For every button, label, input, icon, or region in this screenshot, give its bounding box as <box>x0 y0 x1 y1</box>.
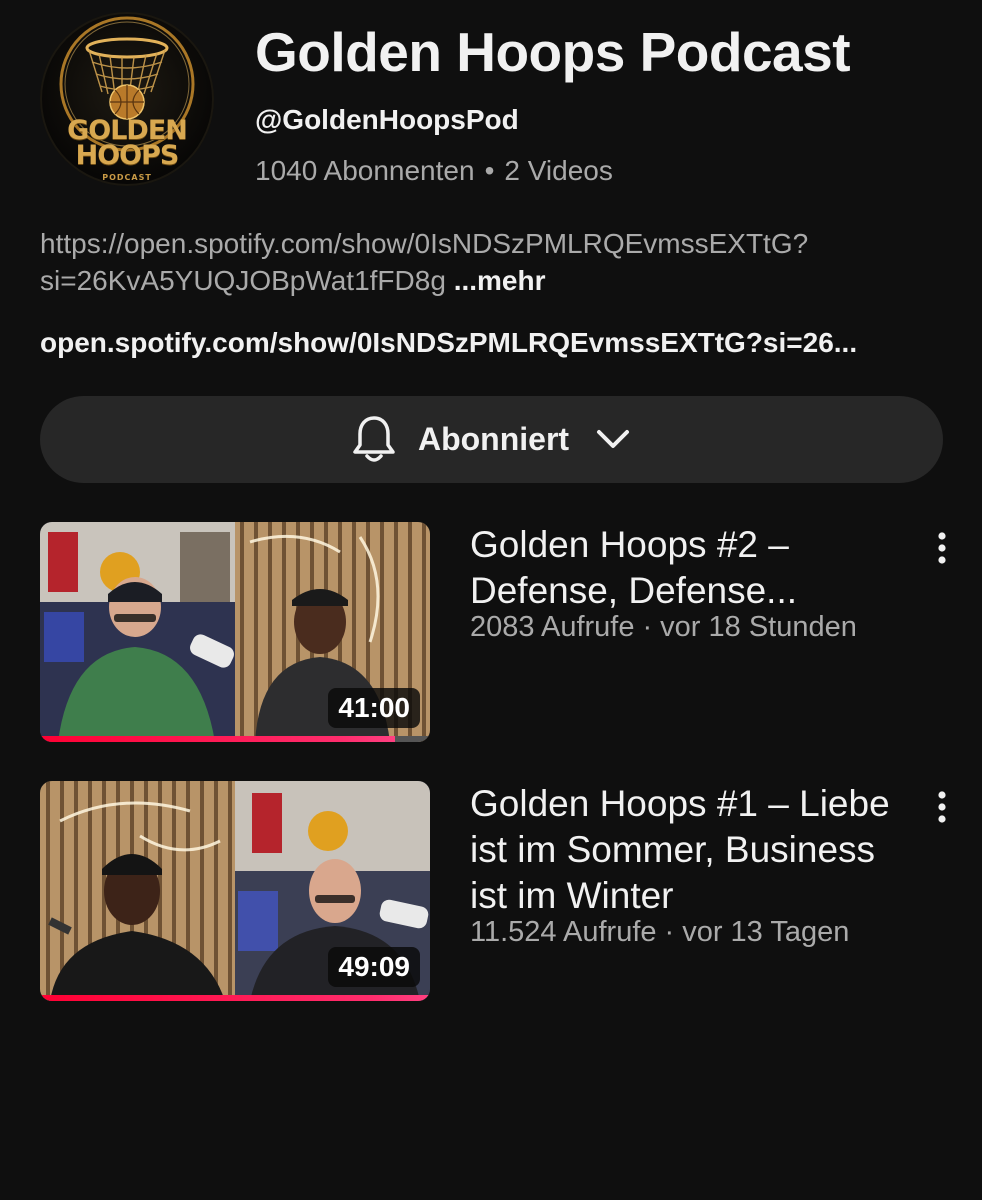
view-count: 2083 Aufrufe <box>470 611 635 643</box>
subscribed-label: Abonniert <box>417 421 570 457</box>
watch-progress-fill <box>40 736 395 742</box>
video-title[interactable]: Golden Hoops #1 – Liebe ist im Sommer, B… <box>470 781 920 919</box>
video-thumbnail[interactable]: 49:09 <box>40 781 430 1001</box>
channel-avatar[interactable]: GOLDEN HOOPS PODCAST <box>40 12 214 186</box>
video-title[interactable]: Golden Hoops #2 – Defense, Defense... <box>470 522 920 614</box>
logo-text-podcast: PODCAST <box>102 173 152 182</box>
logo-text-hoops: HOOPS <box>75 140 180 171</box>
video-duration: 49:09 <box>328 947 420 987</box>
more-vert-icon[interactable] <box>928 530 956 566</box>
video-count: 2 Videos <box>504 155 613 186</box>
subscriber-count: 1040 Abonnenten <box>255 155 475 186</box>
more-vert-icon[interactable] <box>928 789 956 825</box>
view-count: 11.524 Aufrufe <box>470 916 657 948</box>
more-link[interactable]: ...mehr <box>454 265 546 296</box>
video-thumbnail[interactable]: 41:00 <box>40 522 430 742</box>
chevron-down-icon <box>597 429 630 448</box>
channel-handle: @GoldenHoopsPod <box>255 104 519 135</box>
watch-progress-fill <box>40 995 430 1001</box>
channel-stats: 1040 Abonnenten • 2 Videos <box>255 155 613 187</box>
meta-separator: · <box>642 611 653 643</box>
upload-age: vor 18 Stunden <box>660 611 857 643</box>
description-text: https://open.spotify.com/show/0IsNDSzPML… <box>40 228 809 296</box>
upload-age: vor 13 Tagen <box>682 916 850 948</box>
channel-external-link[interactable]: open.spotify.com/show/0IsNDSzPMLRQEvmssE… <box>40 327 940 359</box>
video-meta: 11.524 Aufrufe · vor 13 Tagen <box>470 916 849 949</box>
meta-separator: · <box>664 916 675 948</box>
video-meta: 2083 Aufrufe · vor 18 Stunden <box>470 611 857 644</box>
video-duration: 41:00 <box>328 688 420 728</box>
bell-icon <box>353 415 395 462</box>
channel-title: Golden Hoops Podcast <box>255 21 851 83</box>
watch-progress-track <box>40 995 430 1001</box>
stats-separator: • <box>484 155 495 186</box>
watch-progress-track <box>40 736 430 742</box>
channel-description[interactable]: https://open.spotify.com/show/0IsNDSzPML… <box>40 225 920 299</box>
channel-header: GOLDEN HOOPS PODCAST Golden Hoops Podcas… <box>0 0 982 200</box>
subscribed-button[interactable]: Abonniert <box>40 396 943 483</box>
video-item[interactable]: 49:09 Golden Hoops #1 – Liebe ist im Som… <box>0 781 982 1001</box>
video-item[interactable]: 41:00 Golden Hoops #2 – Defense, Defense… <box>0 522 982 742</box>
